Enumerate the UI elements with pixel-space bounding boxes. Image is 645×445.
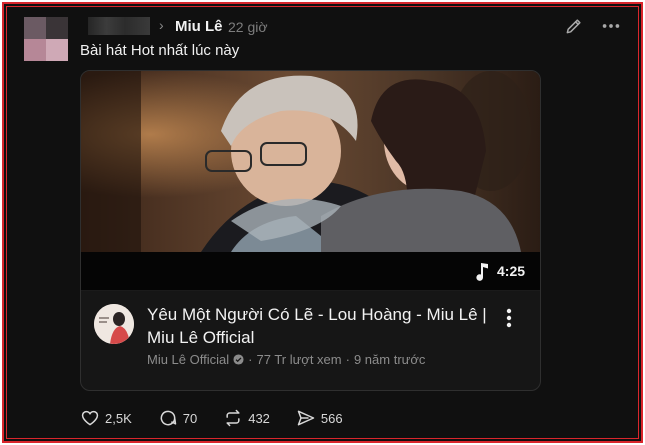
music-note-icon — [476, 263, 488, 281]
repost-count: 432 — [248, 410, 270, 426]
blurred-username — [88, 17, 150, 35]
video-thumbnail[interactable] — [81, 71, 541, 252]
heart-icon — [81, 410, 99, 426]
video-title[interactable]: Yêu Một Người Có Lẽ - Lou Hoàng - Miu Lê… — [147, 303, 487, 349]
meta-separator: · — [345, 352, 350, 367]
comment-button[interactable]: 70 — [158, 408, 197, 428]
video-card[interactable]: 4:25 Yêu Một Người Có Lẽ - Lou Hoàng - M… — [80, 70, 541, 391]
video-meta: Miu Lê Official · 77 Tr lượt xem · 9 năm… — [147, 352, 425, 367]
share-count: 566 — [320, 410, 343, 426]
more-icon[interactable] — [600, 17, 622, 35]
comment-icon — [160, 410, 176, 426]
share-icon — [297, 410, 315, 426]
repost-icon — [226, 409, 240, 427]
avatar[interactable] — [24, 17, 68, 61]
chevron-right-icon: › — [159, 17, 164, 33]
post-text: Bài hát Hot nhất lúc này — [80, 42, 240, 59]
kebab-icon[interactable] — [502, 307, 516, 329]
verified-icon — [233, 354, 244, 365]
share-button[interactable]: 566 — [296, 408, 343, 428]
meta-separator: · — [248, 352, 253, 367]
like-count: 2,5K — [105, 410, 132, 426]
author-name[interactable]: Miu Lê — [175, 18, 223, 35]
upload-age: 9 năm trước — [353, 352, 426, 367]
post-time: 22 giờ — [228, 19, 268, 35]
divider — [81, 290, 540, 291]
like-button[interactable]: 2,5K — [80, 408, 132, 428]
channel-name[interactable]: Miu Lê Official — [147, 352, 229, 367]
edit-icon[interactable] — [564, 16, 584, 36]
action-bar: 2,5K 70 432 566 — [80, 408, 369, 428]
post-container: › Miu Lê 22 giờ Bài hát Hot nhất lúc này — [2, 2, 643, 443]
video-bar — [81, 252, 540, 290]
channel-avatar[interactable] — [94, 304, 134, 344]
comment-count: 70 — [182, 410, 198, 426]
repost-button[interactable]: 432 — [223, 408, 270, 428]
view-count: 77 Tr lượt xem — [256, 352, 342, 367]
video-duration: 4:25 — [497, 263, 526, 279]
